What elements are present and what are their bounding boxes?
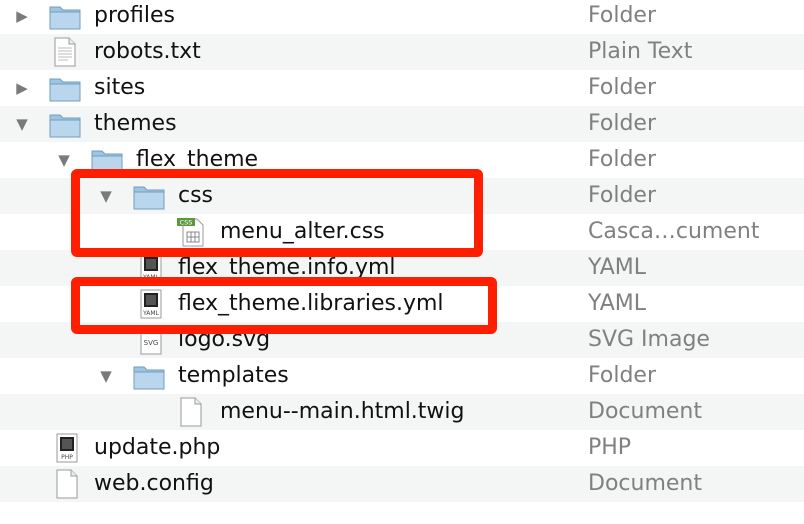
item-kind: YAML: [588, 291, 647, 316]
item-kind: Plain Text: [588, 39, 693, 64]
item-name: themes: [94, 111, 177, 136]
document-icon: [176, 397, 210, 427]
item-kind: YAML: [588, 255, 647, 280]
item-kind: Folder: [588, 3, 656, 28]
yaml-file-icon: YAML: [136, 253, 170, 283]
item-name: templates: [178, 363, 289, 388]
folder-icon: [48, 73, 82, 103]
text-file-icon: [50, 37, 84, 67]
list-item[interactable]: menu--main.html.twig Document: [0, 394, 804, 430]
item-name: sites: [94, 75, 146, 100]
css-file-icon: CSS: [176, 217, 210, 247]
list-item[interactable]: ▼ css Folder: [0, 178, 804, 214]
item-kind: Folder: [588, 75, 656, 100]
php-badge-text: PHP: [61, 454, 73, 461]
list-item[interactable]: web.config Document: [0, 466, 804, 502]
item-name: web.config: [94, 471, 214, 496]
item-kind: Folder: [588, 147, 656, 172]
folder-icon: [132, 181, 166, 211]
item-kind: Folder: [588, 363, 656, 388]
yaml-badge-text: YAML: [142, 274, 159, 281]
document-icon: [52, 469, 86, 499]
disclosure-collapsed-icon[interactable]: ▶: [13, 79, 31, 97]
item-kind: Document: [588, 471, 702, 496]
item-name: flex_theme: [136, 147, 259, 172]
item-name: logo.svg: [178, 327, 271, 352]
disclosure-expanded-icon[interactable]: ▼: [13, 115, 31, 133]
css-badge-text: CSS: [180, 219, 193, 227]
item-name: update.php: [94, 435, 221, 460]
item-kind: PHP: [588, 435, 632, 460]
php-file-icon: PHP: [52, 433, 86, 463]
item-name: robots.txt: [94, 39, 201, 64]
list-item[interactable]: ▼ themes Folder: [0, 106, 804, 142]
yaml-file-icon: YAML: [136, 289, 170, 319]
item-name: profiles: [94, 3, 175, 28]
item-name: menu_alter.css: [220, 219, 385, 244]
item-kind: Folder: [588, 111, 656, 136]
list-item[interactable]: YAML flex_theme.libraries.yml YAML: [0, 286, 804, 322]
item-kind: SVG Image: [588, 327, 710, 352]
folder-icon: [132, 361, 166, 391]
list-item[interactable]: PHP update.php PHP: [0, 430, 804, 466]
item-kind: Casca…cument: [588, 219, 760, 244]
item-name: css: [178, 183, 214, 208]
list-item[interactable]: YAML flex_theme.info.yml YAML: [0, 250, 804, 286]
disclosure-collapsed-icon[interactable]: ▶: [13, 7, 31, 25]
item-name: flex_theme.libraries.yml: [178, 291, 444, 316]
list-item[interactable]: robots.txt Plain Text: [0, 34, 804, 70]
svg-file-icon: SVG: [136, 325, 170, 355]
disclosure-expanded-icon[interactable]: ▼: [55, 151, 73, 169]
item-name: flex_theme.info.yml: [178, 255, 396, 280]
item-kind: Folder: [588, 183, 656, 208]
list-item[interactable]: ▼ flex_theme Folder: [0, 142, 804, 178]
yaml-badge-text: YAML: [142, 310, 159, 317]
disclosure-expanded-icon[interactable]: ▼: [97, 367, 115, 385]
folder-icon: [90, 145, 124, 175]
list-item[interactable]: ▶ profiles Folder: [0, 0, 804, 34]
list-item[interactable]: ▼ templates Folder: [0, 358, 804, 394]
item-name: menu--main.html.twig: [220, 399, 465, 424]
item-kind: Document: [588, 399, 702, 424]
list-item[interactable]: CSS menu_alter.css Casca…cument: [0, 214, 804, 250]
list-item[interactable]: ▶ sites Folder: [0, 70, 804, 106]
disclosure-expanded-icon[interactable]: ▼: [97, 187, 115, 205]
list-item[interactable]: SVG logo.svg SVG Image: [0, 322, 804, 358]
folder-icon: [48, 1, 82, 31]
folder-icon: [48, 109, 82, 139]
svg-badge-text: SVG: [144, 339, 159, 347]
